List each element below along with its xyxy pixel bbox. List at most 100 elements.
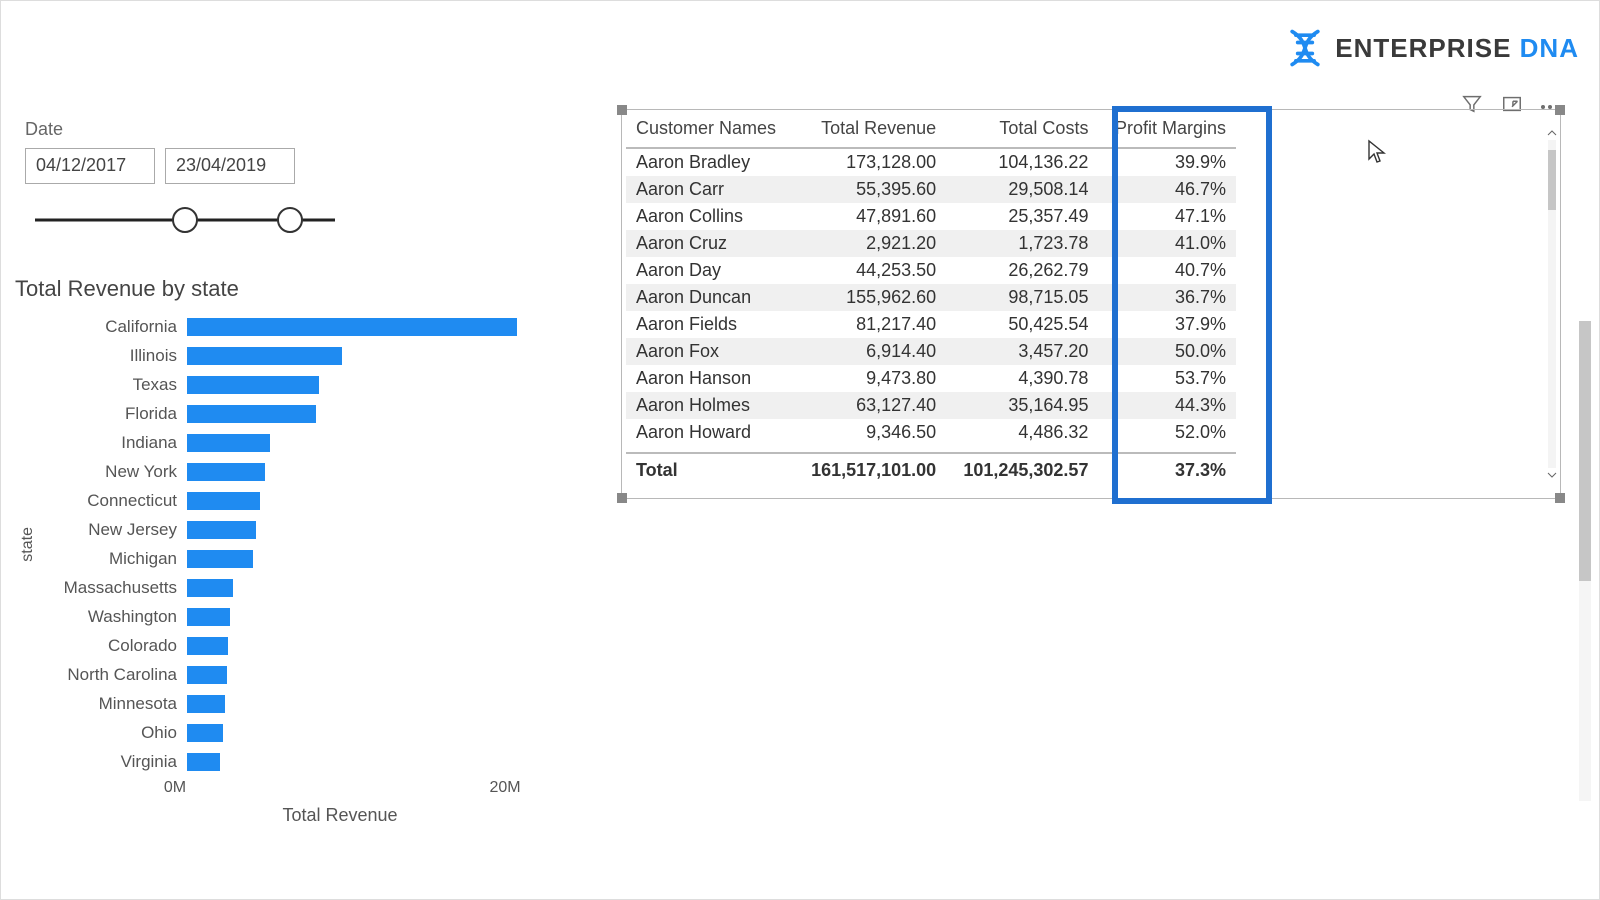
chart-bar[interactable] (187, 724, 223, 742)
chart-category-label: Ohio (37, 723, 187, 743)
chart-category-label: California (37, 317, 187, 337)
chart-category-label: North Carolina (37, 665, 187, 685)
table-row[interactable]: Aaron Collins47,891.6025,357.4947.1% (626, 203, 1236, 230)
chart-bar[interactable] (187, 318, 517, 336)
chart-bar[interactable] (187, 405, 316, 423)
scroll-down-icon[interactable] (1547, 470, 1557, 480)
chart-bar-row: Florida (37, 403, 575, 425)
cell-cost: 35,164.95 (946, 392, 1098, 419)
cell-rev: 47,891.60 (794, 203, 946, 230)
table-row[interactable]: Aaron Hanson9,473.804,390.7853.7% (626, 365, 1236, 392)
cell-cost: 26,262.79 (946, 257, 1098, 284)
chart-bar[interactable] (187, 434, 270, 452)
brand-text-2: DNA (1520, 33, 1579, 63)
chart-bar[interactable] (187, 376, 319, 394)
chart-bar[interactable] (187, 695, 225, 713)
table-row[interactable]: Aaron Cruz2,921.201,723.7841.0% (626, 230, 1236, 257)
chart-category-label: New Jersey (37, 520, 187, 540)
dna-icon (1283, 26, 1327, 70)
brand-text-1: ENTERPRISE (1335, 33, 1511, 63)
customer-table-visual[interactable]: Customer Names Total Revenue Total Costs… (621, 109, 1561, 499)
total-profit-margin: 37.3% (1098, 453, 1236, 487)
chart-bar[interactable] (187, 637, 228, 655)
scroll-up-icon[interactable] (1547, 128, 1557, 138)
date-range-slider[interactable] (35, 206, 335, 234)
chart-category-label: Colorado (37, 636, 187, 656)
cell-pm: 37.9% (1098, 311, 1236, 338)
cell-name: Aaron Cruz (626, 230, 794, 257)
chart-bar[interactable] (187, 492, 260, 510)
chart-bar-row: Texas (37, 374, 575, 396)
date-slicer[interactable]: Date 04/12/2017 23/04/2019 (25, 119, 385, 234)
cell-rev: 9,346.50 (794, 419, 946, 446)
table-row[interactable]: Aaron Holmes63,127.4035,164.9544.3% (626, 392, 1236, 419)
cell-cost: 4,486.32 (946, 419, 1098, 446)
table-row[interactable]: Aaron Bradley173,128.00104,136.2239.9% (626, 148, 1236, 176)
revenue-by-state-chart: Total Revenue by state state CaliforniaI… (15, 276, 575, 826)
chart-bar-row: Washington (37, 606, 575, 628)
total-revenue: 161,517,101.00 (794, 453, 946, 487)
cell-rev: 2,921.20 (794, 230, 946, 257)
cell-name: Aaron Collins (626, 203, 794, 230)
chart-bar[interactable] (187, 666, 227, 684)
slider-handle-end[interactable] (277, 207, 303, 233)
cell-cost: 4,390.78 (946, 365, 1098, 392)
chart-bar[interactable] (187, 550, 253, 568)
chart-scrollbar[interactable] (1579, 321, 1591, 801)
total-costs: 101,245,302.57 (946, 453, 1098, 487)
cell-cost: 29,508.14 (946, 176, 1098, 203)
chart-bar-row: Michigan (37, 548, 575, 570)
brand-logo: ENTERPRISE DNA (1283, 26, 1579, 70)
cell-pm: 40.7% (1098, 257, 1236, 284)
chart-bar-row: Ohio (37, 722, 575, 744)
cell-pm: 50.0% (1098, 338, 1236, 365)
cell-rev: 55,395.60 (794, 176, 946, 203)
table-row[interactable]: Aaron Howard9,346.504,486.3252.0% (626, 419, 1236, 446)
table-row[interactable]: Aaron Fields81,217.4050,425.5437.9% (626, 311, 1236, 338)
chart-category-label: Michigan (37, 549, 187, 569)
chart-x-tick: 0M (164, 779, 186, 797)
cell-cost: 3,457.20 (946, 338, 1098, 365)
cell-pm: 52.0% (1098, 419, 1236, 446)
cell-pm: 46.7% (1098, 176, 1236, 203)
chart-x-axis-label: Total Revenue (175, 805, 505, 826)
table-row[interactable]: Aaron Carr55,395.6029,508.1446.7% (626, 176, 1236, 203)
chart-bar-row: New York (37, 461, 575, 483)
chart-category-label: Florida (37, 404, 187, 424)
chart-bar-row: Virginia (37, 751, 575, 773)
chart-bar[interactable] (187, 463, 265, 481)
chart-category-label: Connecticut (37, 491, 187, 511)
slider-handle-start[interactable] (172, 207, 198, 233)
mouse-cursor-icon (1367, 139, 1387, 165)
cell-name: Aaron Hanson (626, 365, 794, 392)
chart-bar-row: California (37, 316, 575, 338)
cell-name: Aaron Day (626, 257, 794, 284)
cell-cost: 50,425.54 (946, 311, 1098, 338)
col-profit-margins[interactable]: Profit Margins (1098, 110, 1236, 148)
cell-name: Aaron Fox (626, 338, 794, 365)
chart-category-label: Massachusetts (37, 578, 187, 598)
chart-category-label: Virginia (37, 752, 187, 772)
cell-pm: 36.7% (1098, 284, 1236, 311)
chart-bar[interactable] (187, 753, 220, 771)
table-row[interactable]: Aaron Duncan155,962.6098,715.0536.7% (626, 284, 1236, 311)
cell-name: Aaron Bradley (626, 148, 794, 176)
chart-bar[interactable] (187, 579, 233, 597)
cell-rev: 9,473.80 (794, 365, 946, 392)
cell-pm: 53.7% (1098, 365, 1236, 392)
chart-bar[interactable] (187, 347, 342, 365)
col-total-costs[interactable]: Total Costs (946, 110, 1098, 148)
cell-cost: 1,723.78 (946, 230, 1098, 257)
date-end-input[interactable]: 23/04/2019 (165, 148, 295, 184)
chart-bar[interactable] (187, 608, 230, 626)
chart-bar[interactable] (187, 521, 256, 539)
col-customer-names[interactable]: Customer Names (626, 110, 794, 148)
date-start-input[interactable]: 04/12/2017 (25, 148, 155, 184)
cell-rev: 63,127.40 (794, 392, 946, 419)
table-row[interactable]: Aaron Fox6,914.403,457.2050.0% (626, 338, 1236, 365)
cell-rev: 81,217.40 (794, 311, 946, 338)
chart-x-tick: 20M (489, 779, 520, 797)
col-total-revenue[interactable]: Total Revenue (794, 110, 946, 148)
table-scrollbar[interactable] (1547, 128, 1557, 480)
table-row[interactable]: Aaron Day44,253.5026,262.7940.7% (626, 257, 1236, 284)
